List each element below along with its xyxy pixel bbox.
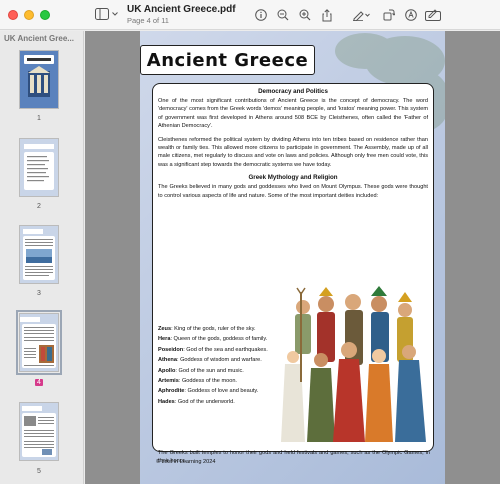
deity-item: Poseidon: God of the sea and earthquakes… — [158, 345, 298, 355]
current-page-badge: 4 — [35, 379, 43, 386]
deity-desc: : God of the underworld. — [174, 398, 235, 405]
paragraph-democracy-2: Cleisthenes reformed the political syste… — [158, 136, 428, 168]
deity-list: Zeus: King of the gods, ruler of the sky… — [158, 324, 298, 407]
pdf-page: Ancient Greece Democracy and Politics On… — [140, 31, 445, 484]
toolbar — [250, 7, 444, 23]
annotate-icon — [405, 9, 417, 21]
deity-item: Zeus: King of the gods, ruler of the sky… — [158, 324, 298, 334]
page-thumbnail-2[interactable] — [19, 138, 59, 197]
annotate-button[interactable] — [400, 7, 422, 23]
copyright-footer: © Lost in Learning 2024 — [156, 459, 216, 465]
content-card: Democracy and Politics One of the most s… — [152, 83, 434, 464]
deity-name: Athena — [158, 357, 177, 364]
thumbnail-contents-image — [20, 139, 58, 196]
paragraph-mythology: The Greeks believed in many gods and god… — [158, 184, 428, 199]
markup-pen-icon — [353, 11, 370, 21]
page-number-1: 1 — [37, 115, 41, 122]
deity-desc: : Goddess of love and beauty. — [184, 388, 259, 395]
thumbnail-page5-image — [20, 403, 58, 460]
zoom-in-button[interactable] — [294, 7, 316, 23]
page-number-4: 4 — [0, 379, 78, 386]
zoom-window-button[interactable] — [40, 9, 50, 20]
share-icon — [322, 8, 332, 21]
window-controls — [8, 9, 50, 20]
section-heading-democracy: Democracy and Politics — [258, 88, 328, 95]
preview-window: UK Ancient Greece.pdf Page 4 of 11 UK An… — [0, 0, 500, 484]
page-thumbnail-4[interactable] — [16, 310, 62, 375]
deity-name: Aphrodite — [158, 388, 185, 395]
sidebar-title: UK Ancient Gree... — [4, 34, 74, 43]
deity-name: Apollo — [158, 367, 176, 374]
thumbnail-sidebar: UK Ancient Gree... 1 2 3 4 5 — [0, 31, 84, 484]
page-number-3: 3 — [37, 290, 41, 297]
zoom-in-icon — [299, 9, 311, 21]
deity-desc: : King of the gods, ruler of the sky. — [171, 326, 256, 332]
zoom-out-icon — [277, 9, 289, 21]
document-title-block: UK Ancient Greece.pdf Page 4 of 11 — [127, 4, 236, 26]
deity-item: Hades: God of the underworld. — [158, 397, 298, 407]
deity-name: Hera — [158, 336, 171, 343]
page-number-5: 5 — [37, 468, 41, 475]
page-heading: Ancient Greece — [146, 49, 309, 71]
sidebar-icon — [95, 8, 109, 20]
chevron-down-icon — [112, 12, 118, 16]
info-button[interactable] — [250, 7, 272, 23]
info-icon — [255, 9, 267, 21]
markup-button[interactable] — [350, 7, 372, 23]
deity-desc: : Goddess of the moon. — [178, 378, 237, 385]
page-thumbnail-1[interactable] — [19, 50, 59, 109]
deity-name: Artemis — [158, 378, 179, 385]
deity-name: Hades — [158, 398, 175, 405]
minimize-window-button[interactable] — [24, 9, 34, 20]
deity-item: Hera: Queen of the gods, goddess of fami… — [158, 334, 298, 344]
form-fill-button[interactable] — [422, 7, 444, 23]
page-number-2: 2 — [37, 203, 41, 210]
zoom-out-button[interactable] — [272, 7, 294, 23]
deity-desc: : Queen of the gods, goddess of family. — [170, 336, 268, 343]
paragraph-democracy-1: One of the most significant contribution… — [158, 98, 428, 130]
deity-item: Artemis: Goddess of the moon. — [158, 376, 298, 386]
page-thumbnail-3[interactable] — [19, 225, 59, 284]
sidebar-toggle-button[interactable] — [95, 8, 118, 20]
share-button[interactable] — [316, 7, 338, 23]
page-indicator: Page 4 of 11 — [127, 16, 169, 25]
deity-desc: : God of the sun and music. — [175, 367, 244, 374]
thumbnail-cover-image — [20, 51, 58, 108]
deity-item: Apollo: God of the sun and music. — [158, 366, 298, 376]
deity-item: Athena: Goddess of wisdom and warfare. — [158, 355, 298, 365]
document-title: UK Ancient Greece.pdf — [127, 4, 236, 15]
thumbnail-page3-image — [20, 226, 58, 283]
title-banner: Ancient Greece — [140, 45, 315, 75]
rotate-button[interactable] — [378, 7, 400, 23]
deity-desc: : God of the sea and earthquakes. — [183, 346, 268, 353]
page-thumbnail-5[interactable] — [19, 402, 59, 461]
form-fill-icon — [425, 9, 441, 21]
greek-gods-illustration — [281, 286, 426, 442]
deity-name: Poseidon — [158, 346, 184, 353]
document-viewer[interactable]: Ancient Greece Democracy and Politics On… — [85, 31, 500, 484]
rotate-icon — [383, 9, 395, 21]
section-heading-mythology: Greek Mythology and Religion — [248, 174, 338, 182]
deity-name: Zeus — [158, 326, 172, 332]
deity-desc: : Goddess of wisdom and warfare. — [176, 357, 262, 364]
thumbnail-page4-image — [20, 314, 58, 371]
title-bar: UK Ancient Greece.pdf Page 4 of 11 — [0, 0, 500, 30]
deity-item: Aphrodite: Goddess of love and beauty. — [158, 386, 298, 396]
close-window-button[interactable] — [8, 9, 18, 20]
